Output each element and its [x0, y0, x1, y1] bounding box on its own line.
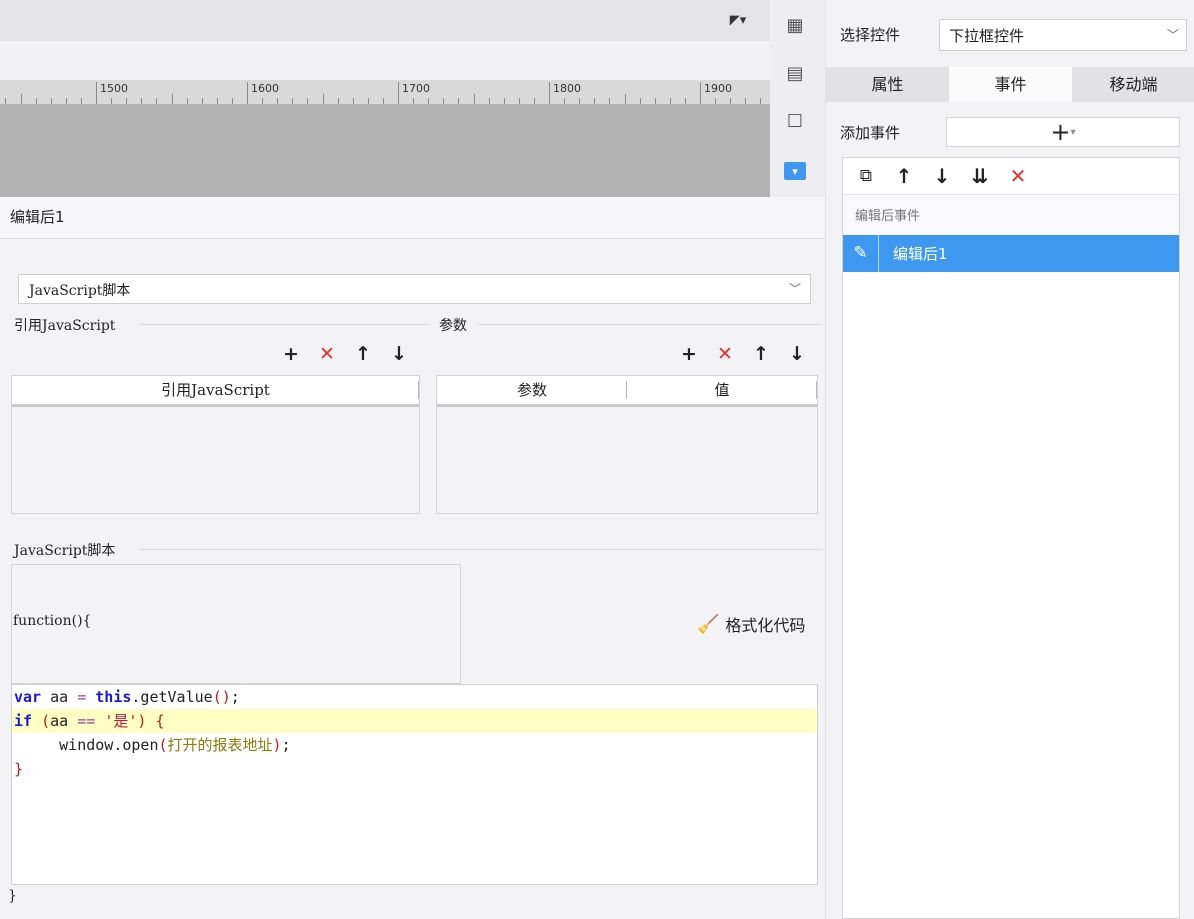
- dropdown-arrow-icon: ▾: [1070, 127, 1076, 138]
- event-type-value: JavaScript脚本: [29, 283, 131, 299]
- ref-js-toolbar: + ✕ ↑ ↓: [281, 344, 409, 364]
- widget-toolbar: ▦ ▤ ☐ ▾: [770, 0, 825, 197]
- ruler-tick: [624, 94, 626, 104]
- arrow-up-icon[interactable]: ↑: [353, 344, 373, 364]
- chevron-down-icon[interactable]: ﹀: [1164, 26, 1182, 44]
- widget-select-value: 下拉框控件: [949, 27, 1025, 45]
- arrow-up-icon[interactable]: ↑: [751, 344, 771, 364]
- params-group-label: 参数: [439, 315, 471, 335]
- ruler-tick: [247, 82, 248, 104]
- canvas-toolbar: ◤▾: [0, 0, 770, 41]
- ruler-tick: [96, 82, 97, 104]
- group-divider: [140, 324, 430, 325]
- add-event-button[interactable]: +▾: [946, 117, 1180, 147]
- table-info-icon[interactable]: ▤: [782, 60, 808, 86]
- ruler-tick: [171, 94, 173, 104]
- event-list-toolbar: ⧉ ↑ ↓ ⇊ ✕: [843, 158, 1179, 195]
- ruler-label: 1700: [402, 82, 430, 95]
- code-editor[interactable]: var aa = this.getValue(); if (aa == '是') …: [11, 684, 818, 885]
- event-list-item[interactable]: ✎ 编辑后1: [843, 235, 1179, 272]
- format-code-label: 格式化代码: [725, 616, 806, 635]
- delete-icon[interactable]: ✕: [1006, 164, 1030, 188]
- ruler-tick: [398, 82, 399, 104]
- edit-pencil-icon[interactable]: ✎: [843, 235, 879, 272]
- event-group-header: 编辑后事件: [843, 195, 1179, 235]
- params-table[interactable]: 参数 值: [436, 375, 818, 514]
- corner-menu-icon[interactable]: ◤▾: [727, 12, 749, 30]
- copy-icon[interactable]: ⧉: [854, 166, 878, 186]
- ruler-label: 1800: [553, 82, 581, 95]
- frame-icon[interactable]: ☐: [782, 108, 808, 134]
- ruler-tick: [20, 94, 22, 104]
- arrow-down-icon[interactable]: ↓: [930, 164, 954, 188]
- horizontal-ruler: 1500 1600 1700 1800 1900: [0, 80, 770, 104]
- ruler-label: 1900: [704, 82, 732, 95]
- code-line[interactable]: }: [12, 757, 817, 781]
- widget-select[interactable]: 下拉框控件 ﹀: [939, 19, 1187, 51]
- add-icon: +: [1050, 118, 1071, 146]
- delete-icon[interactable]: ✕: [317, 344, 337, 364]
- function-signature: function(){: [13, 613, 92, 629]
- event-item-name: 编辑后1: [893, 245, 948, 263]
- params-toolbar: + ✕ ↑ ↓: [679, 344, 807, 364]
- group-divider: [478, 324, 822, 325]
- canvas-strip: [0, 41, 770, 80]
- function-suffix: }: [8, 888, 17, 904]
- ruler-label: 1500: [100, 82, 128, 95]
- event-type-select[interactable]: JavaScript脚本 ﹀: [18, 274, 811, 304]
- arrow-down-icon[interactable]: ↓: [389, 344, 409, 364]
- properties-panel: 选择控件 下拉框控件 ﹀ 属性 事件 移动端 添加事件 +▾ ⧉ ↑ ↓ ⇊ ✕…: [825, 0, 1194, 919]
- arrow-down-icon[interactable]: ↓: [787, 344, 807, 364]
- ruler-tick: [473, 94, 475, 104]
- ref-js-group-label: 引用JavaScript: [14, 315, 120, 335]
- move-to-bottom-icon[interactable]: ⇊: [968, 164, 992, 188]
- ruler-tick: [322, 94, 324, 104]
- code-line[interactable]: window.open(打开的报表地址);: [12, 733, 817, 757]
- ref-js-table[interactable]: 引用JavaScript: [11, 375, 420, 514]
- add-icon[interactable]: +: [281, 344, 301, 364]
- delete-icon[interactable]: ✕: [715, 344, 735, 364]
- event-editor: JavaScript脚本 ﹀ 引用JavaScript + ✕ ↑ ↓ 引用Ja…: [0, 240, 830, 919]
- tab-events[interactable]: 事件: [949, 67, 1072, 102]
- dropdown-widget-icon[interactable]: ▾: [784, 162, 806, 180]
- tab-properties[interactable]: 属性: [826, 67, 949, 102]
- code-line[interactable]: if (aa == '是') {: [12, 709, 817, 733]
- chevron-down-icon[interactable]: ﹀: [780, 275, 810, 303]
- select-widget-label: 选择控件: [840, 26, 901, 44]
- table-header: 参数 值: [437, 376, 817, 407]
- function-prefix: function(){: [11, 564, 461, 684]
- script-group-label: JavaScript脚本: [14, 540, 120, 560]
- ruler-tick: [700, 82, 701, 104]
- ruler-tick: [549, 82, 550, 104]
- design-canvas[interactable]: [0, 104, 770, 197]
- add-event-label: 添加事件: [840, 124, 901, 142]
- column-header[interactable]: 引用JavaScript: [12, 376, 419, 404]
- layout-icon[interactable]: ▦: [782, 12, 808, 38]
- broom-icon: 🧹: [697, 613, 720, 635]
- panel-tabs: 属性 事件 移动端: [826, 67, 1194, 102]
- add-icon[interactable]: +: [679, 344, 699, 364]
- tab-mobile[interactable]: 移动端: [1072, 67, 1194, 102]
- arrow-up-icon[interactable]: ↑: [892, 164, 916, 188]
- event-list: ⧉ ↑ ↓ ⇊ ✕ 编辑后事件 ✎ 编辑后1: [842, 157, 1180, 919]
- event-title: 编辑后1: [0, 197, 825, 239]
- format-code-button[interactable]: 🧹 格式化代码: [697, 612, 805, 636]
- column-header-value[interactable]: 值: [627, 376, 817, 404]
- group-divider: [140, 549, 822, 550]
- column-header-param[interactable]: 参数: [437, 376, 627, 404]
- table-header: 引用JavaScript: [12, 376, 419, 407]
- code-line[interactable]: var aa = this.getValue();: [12, 685, 817, 709]
- ruler-label: 1600: [251, 82, 279, 95]
